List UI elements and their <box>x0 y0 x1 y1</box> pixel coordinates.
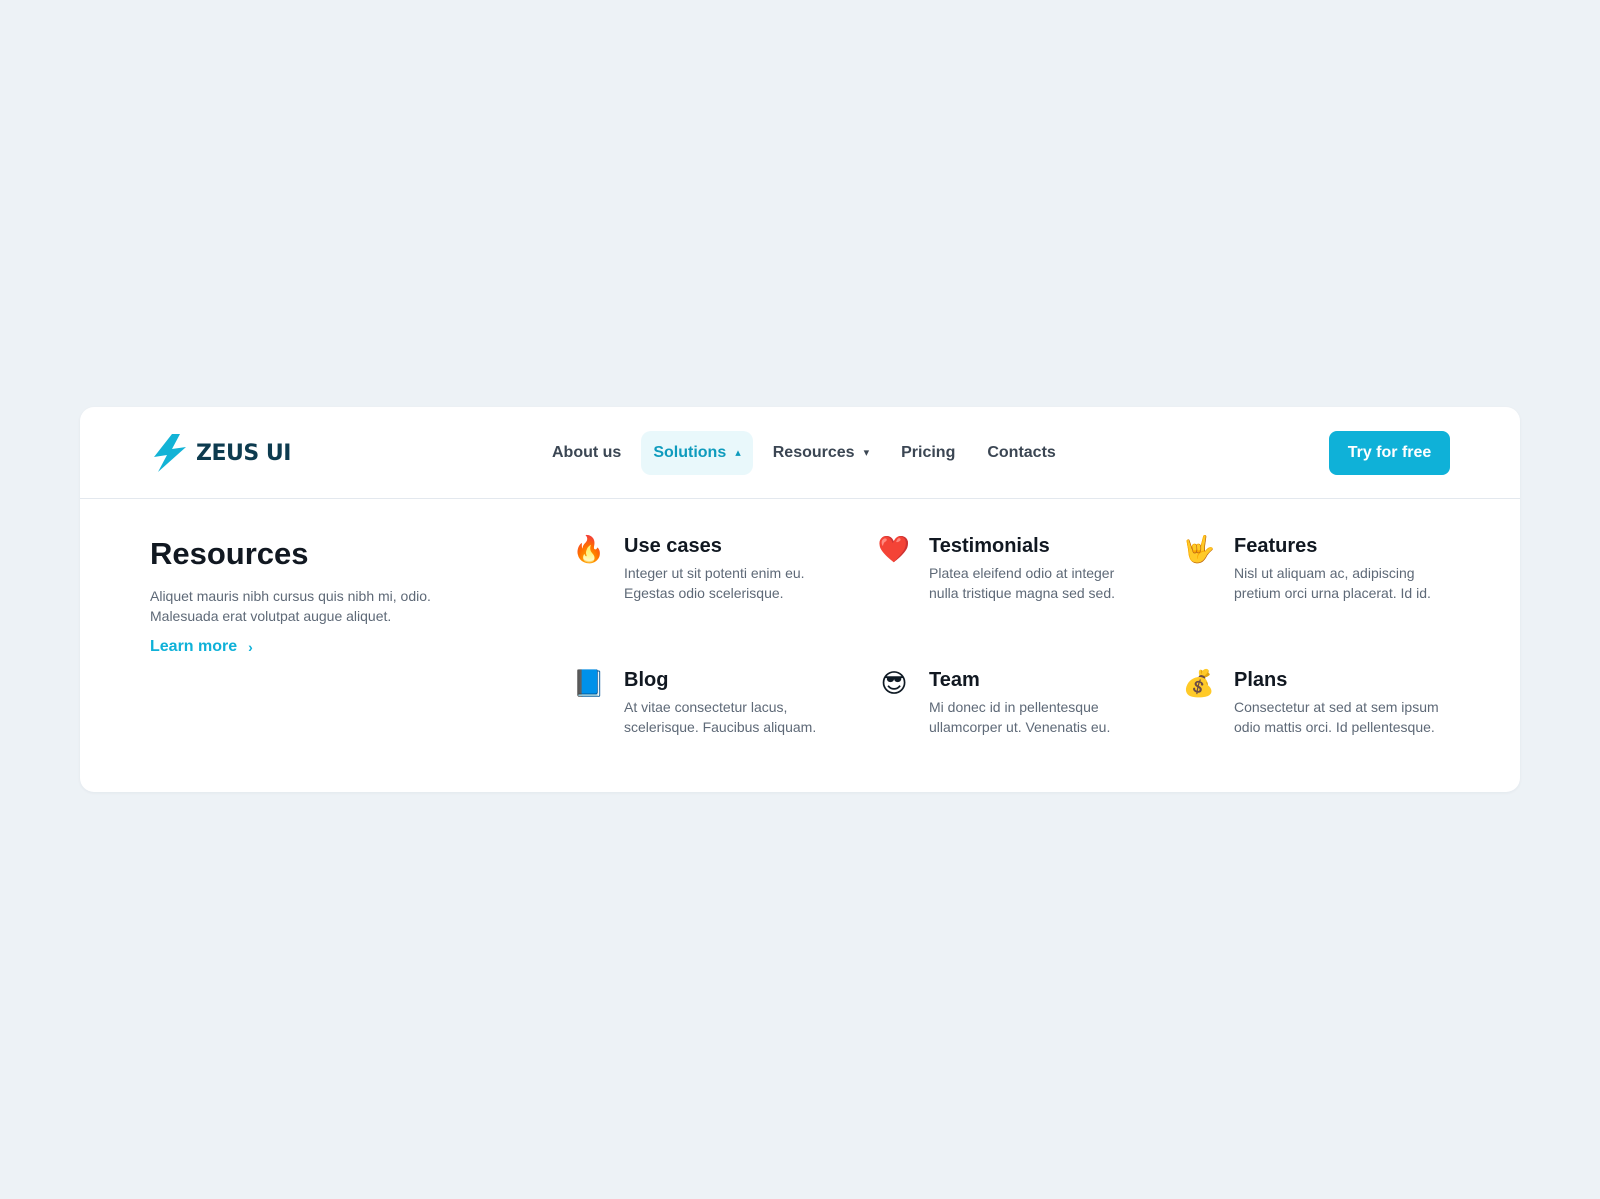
menu-item-description: At vitae consectetur lacus, scelerisque.… <box>624 699 817 735</box>
try-for-free-button[interactable]: Try for free <box>1329 431 1450 475</box>
menu-item-description: Platea eleifend odio at integer nulla tr… <box>929 565 1115 601</box>
sunglasses-emoji-icon: 😎 <box>880 669 908 699</box>
menu-item-title: Features <box>1234 535 1318 557</box>
brand-logo[interactable]: ZEUS UI <box>150 433 291 473</box>
nav-contacts[interactable]: Contacts <box>975 431 1067 475</box>
rock-hand-emoji-icon: 🤟 <box>1182 535 1216 565</box>
menu-item-description: Nisl ut aliquam ac, adipiscing pretium o… <box>1234 565 1431 601</box>
brand-name: ZEUS UI <box>196 440 291 466</box>
nav-contacts-label: Contacts <box>987 444 1056 461</box>
book-emoji-icon: 📘 <box>572 669 606 699</box>
lightning-bolt-icon <box>154 434 186 472</box>
nav-about-us[interactable]: About us <box>540 431 633 475</box>
learn-more-label: Learn more <box>150 638 238 656</box>
chevron-up-icon: ▴ <box>735 446 741 459</box>
menu-item-use-cases[interactable]: 🔥 Use cases Integer ut sit potenti enim … <box>572 533 877 667</box>
learn-more-link[interactable]: Learn more › <box>150 638 480 656</box>
top-navbar: ZEUS UI About us Solutions ▴ Resources ▾… <box>80 407 1520 499</box>
main-nav: About us Solutions ▴ Resources ▾ Pricing… <box>540 431 1076 475</box>
menu-title: Resources <box>150 536 309 571</box>
menu-item-title: Plans <box>1234 669 1288 691</box>
menu-item-title: Team <box>929 669 980 691</box>
fire-emoji-icon: 🔥 <box>572 535 606 565</box>
menu-item-features[interactable]: 🤟 Features Nisl ut aliquam ac, adipiscin… <box>1182 533 1487 667</box>
menu-item-title: Testimonials <box>929 535 1050 557</box>
nav-resources[interactable]: Resources ▾ <box>761 431 881 475</box>
menu-item-description: Integer ut sit potenti enim eu. Egestas … <box>624 565 805 601</box>
menu-item-title: Use cases <box>624 535 722 557</box>
menu-item-team[interactable]: 😎 Team Mi donec id in pellentesque ullam… <box>877 667 1182 801</box>
menu-intro: Resources Aliquet mauris nibh cursus qui… <box>150 535 480 656</box>
mega-menu-card: ZEUS UI About us Solutions ▴ Resources ▾… <box>80 407 1520 792</box>
menu-item-description: Consectetur at sed at sem ipsum odio mat… <box>1234 699 1439 735</box>
menu-item-description: Mi donec id in pellentesque ullamcorper … <box>929 699 1111 735</box>
chevron-right-icon: › <box>248 639 253 656</box>
money-bag-emoji-icon: 💰 <box>1182 669 1216 699</box>
nav-pricing[interactable]: Pricing <box>889 431 967 475</box>
nav-solutions-label: Solutions <box>653 444 727 461</box>
chevron-down-icon: ▾ <box>863 446 870 459</box>
nav-pricing-label: Pricing <box>901 444 956 461</box>
menu-item-testimonials[interactable]: ❤️ Testimonials Platea eleifend odio at … <box>877 533 1182 667</box>
menu-grid: 🔥 Use cases Integer ut sit potenti enim … <box>572 533 1487 801</box>
menu-item-title: Blog <box>624 669 669 691</box>
menu-item-blog[interactable]: 📘 Blog At vitae consectetur lacus, scele… <box>572 667 877 801</box>
heart-emoji-icon: ❤️ <box>877 535 911 565</box>
nav-solutions[interactable]: Solutions ▴ <box>641 431 753 475</box>
nav-resources-label: Resources <box>772 444 855 461</box>
menu-description: Aliquet mauris nibh cursus quis nibh mi,… <box>150 588 431 625</box>
menu-item-plans[interactable]: 💰 Plans Consectetur at sed at sem ipsum … <box>1182 667 1487 801</box>
nav-about-us-label: About us <box>552 444 622 461</box>
